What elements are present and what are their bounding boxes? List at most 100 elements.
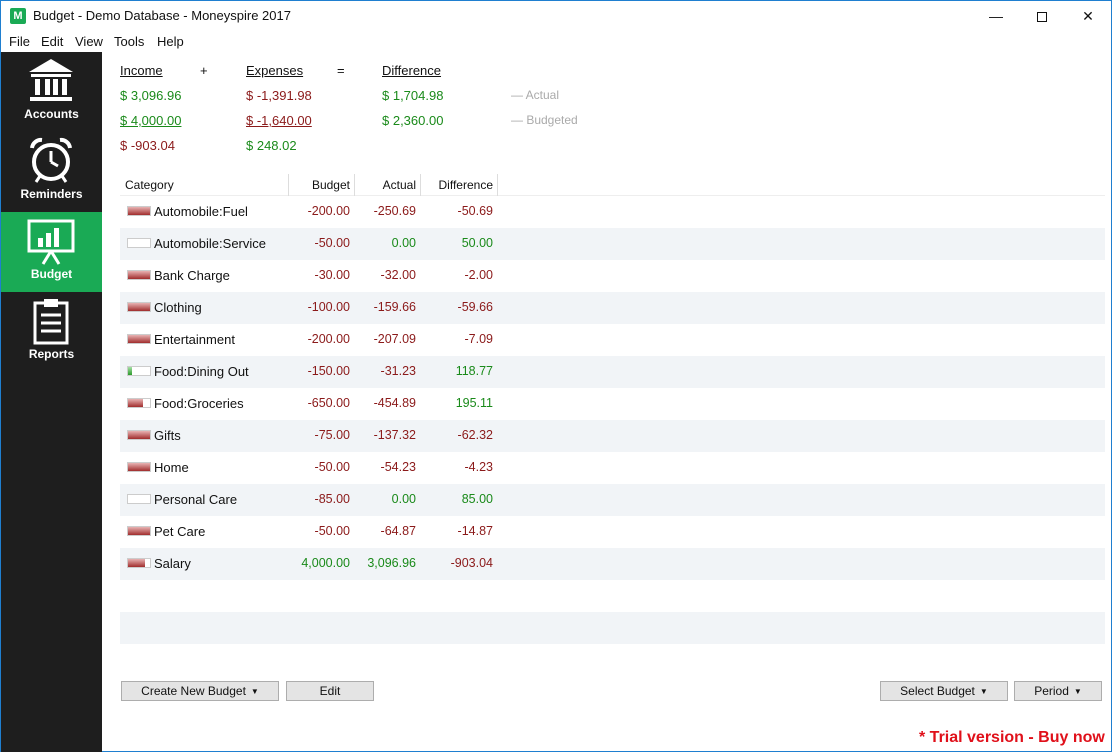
actual-cell: -454.89 [373, 396, 416, 410]
budget-cell: -100.00 [307, 300, 350, 314]
budget-cell: -650.00 [307, 396, 350, 410]
empty-table-row [120, 644, 1105, 676]
budget-cell: -85.00 [314, 492, 350, 506]
column-header-budget[interactable]: Budget [312, 178, 350, 192]
difference-cell: 195.11 [455, 396, 493, 410]
column-header-actual[interactable]: Actual [383, 178, 416, 192]
sidebar-item-reminders[interactable]: Reminders [1, 132, 102, 212]
menu-file[interactable]: File [9, 34, 30, 49]
table-row[interactable]: Gifts -75.00 -137.32 -62.32 [120, 420, 1105, 452]
progress-bar [127, 494, 151, 504]
category-cell: Clothing [154, 300, 202, 315]
difference-cell: -7.09 [464, 332, 494, 346]
difference-header: Difference [382, 63, 442, 78]
budget-cell: -150.00 [307, 364, 350, 378]
column-header-difference[interactable]: Difference [439, 178, 493, 192]
actual-cell: -159.66 [373, 300, 416, 314]
table-row[interactable]: Salary 4,000.00 3,096.96 -903.04 [120, 548, 1105, 580]
column-header-category[interactable]: Category [125, 178, 174, 192]
menu-tools[interactable]: Tools [114, 34, 144, 49]
create-new-budget-button[interactable]: Create New Budget ▼ [121, 681, 279, 701]
table-row[interactable]: Food:Groceries -650.00 -454.89 195.11 [120, 388, 1105, 420]
title-bar: M Budget - Demo Database - Moneyspire 20… [1, 1, 1111, 31]
sidebar-item-label: Reports [28, 347, 75, 361]
sidebar-item-reports[interactable]: Reports [1, 292, 102, 372]
difference-cell: 50.00 [461, 236, 493, 250]
table-row[interactable]: Food:Dining Out -150.00 -31.23 118.77 [120, 356, 1105, 388]
sidebar-item-accounts[interactable]: Accounts [1, 52, 102, 132]
budget-cell: -50.00 [314, 460, 350, 474]
table-row[interactable]: Entertainment -200.00 -207.09 -7.09 [120, 324, 1105, 356]
category-cell: Personal Care [154, 492, 238, 507]
actual-cell: 0.00 [391, 236, 416, 250]
budget-cell: -200.00 [307, 204, 350, 218]
equals-sign: = [337, 63, 345, 78]
difference-cell: -50.69 [457, 204, 493, 218]
table-row[interactable]: Personal Care -85.00 0.00 85.00 [120, 484, 1105, 516]
category-cell: Entertainment [154, 332, 235, 347]
close-button[interactable]: ✕ [1065, 1, 1111, 31]
sidebar-item-label: Reminders [20, 187, 83, 201]
column-divider[interactable] [354, 174, 355, 196]
progress-bar [127, 334, 151, 344]
progress-bar [127, 206, 151, 216]
actual-income: $ 3,096.96 [120, 88, 182, 103]
category-cell: Salary [154, 556, 191, 571]
sidebar-item-budget[interactable]: Budget [1, 212, 102, 292]
dropdown-caret-icon: ▼ [1073, 687, 1082, 696]
difference-cell: 118.77 [455, 364, 493, 378]
table-row[interactable]: Bank Charge -30.00 -32.00 -2.00 [120, 260, 1105, 292]
period-button[interactable]: Period ▼ [1014, 681, 1102, 701]
maximize-icon [1037, 12, 1047, 23]
progress-bar-fill [128, 463, 150, 471]
progress-bar-fill [128, 207, 150, 215]
clipboard-icon [33, 299, 69, 345]
edit-button[interactable]: Edit [286, 681, 374, 701]
progress-bar-fill [128, 559, 145, 567]
expenses-variance: $ 248.02 [246, 138, 297, 153]
menu-edit[interactable]: Edit [41, 34, 63, 49]
budgeted-income-link[interactable]: $ 4,000.00 [120, 113, 181, 128]
difference-cell: 85.00 [461, 492, 493, 506]
column-divider[interactable] [420, 174, 421, 196]
table-row[interactable]: Automobile:Service -50.00 0.00 50.00 [120, 228, 1105, 260]
progress-bar [127, 526, 151, 536]
maximize-button[interactable] [1019, 1, 1065, 31]
actual-difference: $ 1,704.98 [382, 88, 444, 103]
app-window: M Budget - Demo Database - Moneyspire 20… [0, 0, 1112, 752]
progress-bar-fill [128, 271, 150, 279]
difference-cell: -59.66 [457, 300, 493, 314]
actual-expenses: $ -1,391.98 [246, 88, 312, 103]
table-row[interactable]: Home -50.00 -54.23 -4.23 [120, 452, 1105, 484]
table-row[interactable]: Pet Care -50.00 -64.87 -14.87 [120, 516, 1105, 548]
column-divider[interactable] [288, 174, 289, 196]
menu-view[interactable]: View [75, 34, 103, 49]
category-cell: Pet Care [154, 524, 206, 539]
progress-bar [127, 366, 151, 376]
bank-icon [29, 59, 73, 101]
edit-label: Edit [319, 684, 341, 698]
menu-bar: File Edit View Tools Help [1, 31, 1111, 51]
table-row[interactable]: Automobile:Fuel -200.00 -250.69 -50.69 [120, 196, 1105, 228]
progress-bar-fill [128, 399, 143, 407]
table-row[interactable]: Clothing -100.00 -159.66 -59.66 [120, 292, 1105, 324]
menu-help[interactable]: Help [157, 34, 184, 49]
actual-cell: -54.23 [380, 460, 416, 474]
moneyspire-logo-icon: M [10, 8, 26, 24]
difference-cell: -2.00 [464, 268, 494, 282]
plus-sign: + [200, 63, 208, 78]
actual-cell: -32.00 [380, 268, 416, 282]
trial-version-link[interactable]: * Trial version - Buy now [919, 729, 1105, 747]
select-budget-label: Select Budget [900, 684, 975, 698]
budgeted-expenses-link[interactable]: $ -1,640.00 [246, 113, 312, 128]
progress-bar-fill [128, 303, 150, 311]
category-cell: Food:Groceries [154, 396, 244, 411]
column-divider[interactable] [497, 174, 498, 196]
difference-cell: -14.87 [457, 524, 493, 538]
category-cell: Food:Dining Out [154, 364, 249, 379]
budgeted-difference: $ 2,360.00 [382, 113, 444, 128]
select-budget-button[interactable]: Select Budget ▼ [880, 681, 1008, 701]
progress-bar-fill [128, 431, 150, 439]
actual-cell: -207.09 [373, 332, 416, 346]
minimize-button[interactable]: — [973, 1, 1019, 31]
